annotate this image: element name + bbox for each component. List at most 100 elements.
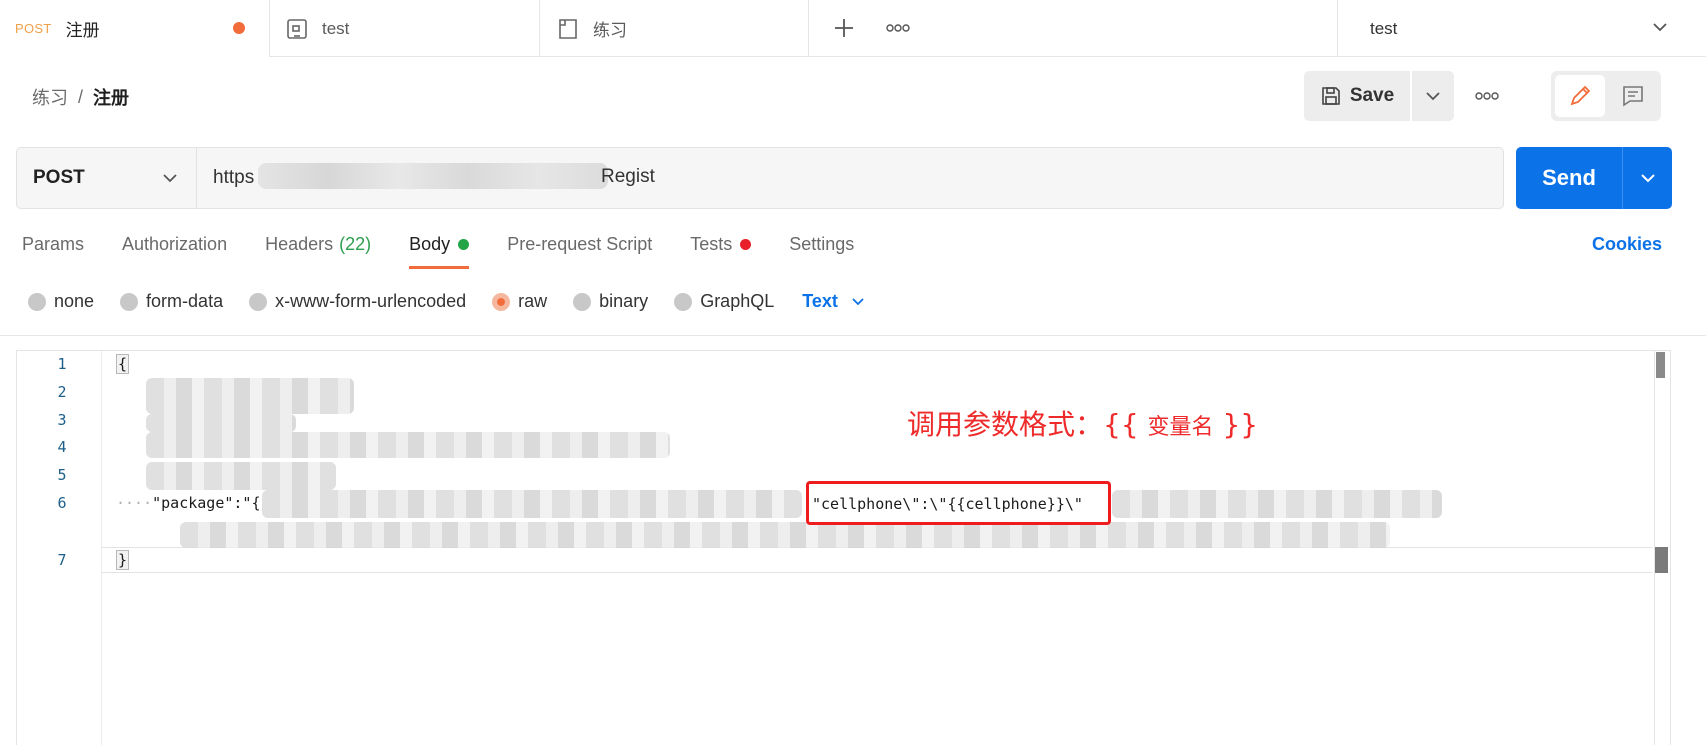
line-number: 5 bbox=[57, 466, 67, 484]
radio-selected-icon bbox=[492, 292, 511, 311]
status-dot-icon bbox=[740, 239, 752, 250]
tab-pre-request-script[interactable]: Pre-request Script bbox=[507, 234, 652, 272]
plus-icon bbox=[835, 19, 853, 37]
tab-params[interactable]: Params bbox=[22, 234, 84, 272]
tab-label: Pre-request Script bbox=[507, 234, 653, 254]
more-dots-icon bbox=[886, 24, 910, 32]
redacted-code-region bbox=[180, 522, 1390, 548]
chevron-down-icon bbox=[1653, 23, 1667, 32]
indent-dots: ···· bbox=[116, 494, 153, 512]
tab-practice[interactable]: 练习 bbox=[541, 0, 809, 57]
line-gutter: 1 2 3 4 5 6 7 bbox=[17, 351, 101, 745]
breadcrumb-current[interactable]: 注册 bbox=[93, 84, 129, 110]
save-label: Save bbox=[1349, 85, 1395, 106]
tab-label: Settings bbox=[789, 234, 855, 254]
annotation-close: }} bbox=[1213, 408, 1259, 441]
save-options-button[interactable] bbox=[1412, 71, 1454, 121]
tab-register[interactable]: POST 注册 bbox=[0, 0, 270, 57]
line-number: 6 bbox=[57, 494, 67, 512]
breadcrumb: 练习 / 注册 bbox=[32, 84, 129, 110]
line-number: 1 bbox=[57, 355, 67, 373]
cookies-link[interactable]: Cookies bbox=[1592, 234, 1662, 255]
body-type-urlencoded[interactable]: x-www-form-urlencoded bbox=[249, 291, 466, 312]
body-type-none[interactable]: none bbox=[28, 291, 94, 312]
comments-button[interactable] bbox=[1609, 75, 1657, 117]
redacted-url-region bbox=[258, 163, 608, 189]
request-bar: POST bbox=[16, 147, 1504, 209]
breadcrumb-separator: / bbox=[78, 86, 84, 107]
redacted-code-region bbox=[146, 378, 354, 414]
tab-body[interactable]: Body bbox=[409, 234, 470, 272]
tab-method-label: POST bbox=[15, 21, 52, 36]
url-suffix: Regist bbox=[601, 166, 655, 187]
body-type-binary[interactable]: binary bbox=[573, 291, 648, 312]
document-icon bbox=[555, 16, 581, 42]
breadcrumb-parent[interactable]: 练习 bbox=[32, 84, 68, 110]
comment-icon bbox=[1623, 86, 1643, 107]
format-select[interactable]: Text bbox=[802, 291, 866, 312]
annotation-variable: 变量名 bbox=[1147, 415, 1214, 440]
tab-authorization[interactable]: Authorization bbox=[122, 234, 227, 272]
method-select[interactable]: POST bbox=[17, 148, 197, 208]
scrollbar-thumb[interactable] bbox=[1656, 352, 1665, 378]
format-label: Text bbox=[802, 291, 838, 311]
tab-label: Tests bbox=[690, 234, 733, 254]
view-mode-toggle bbox=[1551, 71, 1661, 121]
radio-label: GraphQL bbox=[700, 291, 775, 311]
chevron-down-icon bbox=[1426, 92, 1440, 101]
tab-headers[interactable]: Headers (22) bbox=[265, 234, 371, 272]
radio-label: binary bbox=[599, 291, 649, 311]
tab-bar: POST 注册 test 练习 test bbox=[0, 0, 1706, 57]
scrollbar-thumb-secondary[interactable] bbox=[1655, 547, 1668, 573]
radio-icon bbox=[120, 292, 139, 311]
edit-mode-button[interactable] bbox=[1555, 75, 1605, 117]
body-type-graphql[interactable]: GraphQL bbox=[674, 291, 774, 312]
tab-settings[interactable]: Settings bbox=[789, 234, 854, 272]
cellphone-variable-code: "cellphone\":\"{{cellphone}}\" bbox=[812, 495, 1083, 513]
environment-select[interactable]: test bbox=[1337, 0, 1706, 57]
line-number: 3 bbox=[57, 411, 67, 429]
send-options-button[interactable] bbox=[1622, 147, 1672, 209]
pencil-icon bbox=[1570, 85, 1591, 106]
radio-label: x-www-form-urlencoded bbox=[275, 291, 467, 311]
tab-label: Body bbox=[409, 234, 451, 254]
redacted-code-region bbox=[1112, 490, 1442, 518]
more-options-button[interactable] bbox=[1468, 78, 1506, 114]
send-group: Send bbox=[1516, 147, 1672, 209]
open-brace: { bbox=[116, 354, 130, 374]
tab-label: Authorization bbox=[122, 234, 228, 254]
code-line-1: { bbox=[116, 354, 130, 374]
tab-title: 练习 bbox=[593, 21, 627, 40]
new-tab-button[interactable] bbox=[826, 10, 862, 46]
close-brace: } bbox=[116, 550, 130, 570]
more-dots-icon bbox=[1475, 92, 1499, 100]
send-button[interactable]: Send bbox=[1516, 147, 1622, 209]
tab-title: 注册 bbox=[65, 21, 100, 40]
line-number: 4 bbox=[57, 438, 67, 456]
body-type-form-data[interactable]: form-data bbox=[120, 291, 223, 312]
current-line-highlight bbox=[102, 547, 1652, 573]
body-type-raw[interactable]: raw bbox=[492, 291, 547, 312]
environment-name: test bbox=[1370, 18, 1398, 38]
redacted-code-region bbox=[146, 432, 670, 458]
redacted-code-region bbox=[146, 414, 296, 432]
redacted-code-region bbox=[262, 490, 802, 518]
radio-icon bbox=[28, 292, 46, 311]
line-number: 2 bbox=[57, 383, 67, 401]
tab-test[interactable]: test bbox=[270, 0, 540, 57]
tab-label: Params bbox=[22, 234, 85, 254]
save-button[interactable]: Save bbox=[1304, 71, 1410, 121]
save-group: Save bbox=[1304, 71, 1454, 121]
body-type-options: none form-data x-www-form-urlencoded raw… bbox=[28, 291, 866, 312]
code-line-6: ····"package":"{ bbox=[116, 494, 261, 512]
chevron-down-icon bbox=[852, 297, 864, 305]
radio-icon bbox=[573, 292, 592, 311]
method-label: POST bbox=[33, 167, 85, 188]
redacted-code-region bbox=[146, 462, 336, 490]
tab-more-button[interactable] bbox=[880, 10, 916, 46]
tab-title: test bbox=[322, 18, 350, 38]
tab-tests[interactable]: Tests bbox=[690, 234, 752, 272]
radio-label: none bbox=[54, 291, 95, 311]
line-number: 7 bbox=[57, 551, 67, 569]
tab-label: Headers bbox=[265, 234, 334, 254]
